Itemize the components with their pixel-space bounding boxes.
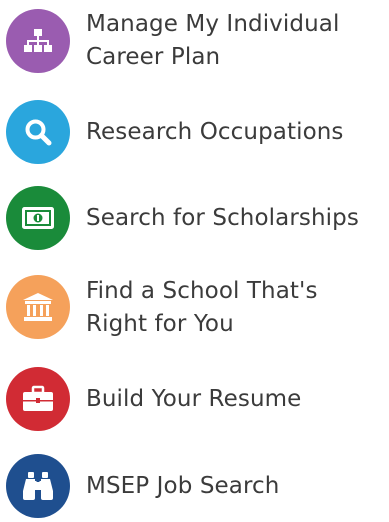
menu-item-label: MSEP Job Search <box>86 473 280 499</box>
menu-item-msep-job-search[interactable]: MSEP Job Search <box>0 450 389 522</box>
menu-item-label: Search for Scholarships <box>86 205 359 231</box>
career-tools-menu: Manage My Individual Career Plan Researc… <box>0 0 389 518</box>
menu-item-label: Manage My Individual Career Plan <box>86 11 340 70</box>
org-chart-icon <box>6 9 70 73</box>
menu-item-find-school[interactable]: Find a School That's Right for You <box>0 271 389 343</box>
menu-item-research-occupations[interactable]: Research Occupations <box>0 96 389 168</box>
money-icon <box>6 186 70 250</box>
menu-item-career-plan[interactable]: Manage My Individual Career Plan <box>0 5 389 77</box>
menu-item-label: Research Occupations <box>86 119 344 145</box>
school-building-icon <box>6 275 70 339</box>
briefcase-icon <box>6 367 70 431</box>
binoculars-icon <box>6 454 70 518</box>
menu-item-label: Find a School That's Right for You <box>86 278 318 337</box>
search-icon <box>6 100 70 164</box>
menu-item-search-scholarships[interactable]: Search for Scholarships <box>0 182 389 254</box>
menu-item-build-resume[interactable]: Build Your Resume <box>0 363 389 435</box>
menu-item-label: Build Your Resume <box>86 386 302 412</box>
